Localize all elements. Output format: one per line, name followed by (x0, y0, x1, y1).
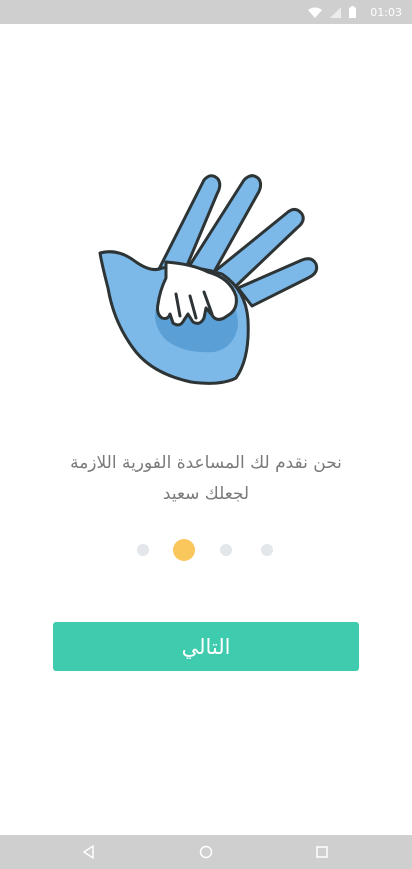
page-dot-2-active[interactable] (173, 539, 195, 561)
status-time: 01:03 (370, 5, 402, 19)
onboarding-screen: 01:03 نحن نقدم لك المساعدة الفورية اللاز… (0, 0, 412, 869)
navigation-bar (0, 835, 412, 869)
page-dot-1[interactable] (137, 544, 149, 556)
description-line-2: لجعلك سعيد (162, 484, 250, 504)
recents-icon[interactable] (312, 842, 332, 862)
page-dot-4[interactable] (261, 544, 273, 556)
signal-icon (330, 3, 342, 22)
battery-icon (349, 3, 357, 22)
next-button[interactable]: التالي (53, 622, 359, 671)
status-bar: 01:03 (0, 0, 412, 24)
description-line-1: نحن نقدم لك المساعدة الفورية اللازمة (70, 453, 342, 473)
home-icon[interactable] (196, 842, 216, 862)
onboarding-description: نحن نقدم لك المساعدة الفورية اللازمة لجع… (40, 448, 372, 510)
helping-hands-illustration (98, 174, 319, 385)
status-icons: 01:03 (308, 3, 402, 22)
page-dot-3[interactable] (220, 544, 232, 556)
back-icon[interactable] (79, 842, 99, 862)
wifi-icon (308, 3, 323, 22)
page-indicator (0, 539, 412, 561)
